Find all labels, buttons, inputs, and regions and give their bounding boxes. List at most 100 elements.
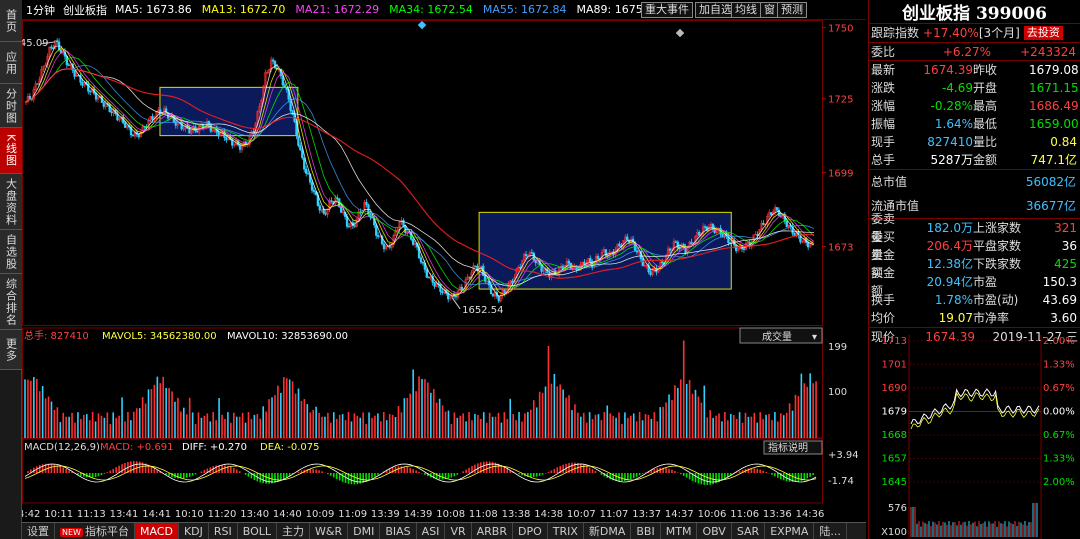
event-marker-0[interactable] [417, 20, 427, 30]
quote-row-4: 现手 827410 量比 0.84 [869, 133, 1080, 151]
indicator-tab-12[interactable]: ARBR [472, 523, 513, 539]
candle-body [484, 275, 487, 282]
indicator-tab-8[interactable]: DMI [348, 523, 381, 539]
candle-body [785, 221, 788, 228]
left-tab-6[interactable]: 综合排名 [0, 274, 22, 330]
time-label-5: 10:10 [175, 509, 204, 520]
indicator-tab-7[interactable]: W&R [310, 523, 349, 539]
top-button-1[interactable]: 加自选 [695, 2, 736, 18]
quote-cell-1-3: 1671.15 [1029, 81, 1079, 95]
candle-body [618, 243, 621, 247]
chart-area: 1750 1725 1699 1673 1745.09 1652.54 总手: 827410… [7, 20, 868, 522]
candle-body [793, 233, 796, 236]
left-tab-4[interactable]: 大盘资料 [0, 174, 22, 230]
price-axis-label-1: 1725 [828, 95, 853, 106]
volume-axis-label-0: 199 [828, 342, 847, 353]
breadth-row-5: 均价 19.07 市净率 3.60 [869, 309, 1080, 327]
mini-price-label-5: 1657 [882, 454, 907, 465]
indicator-tab-21[interactable]: 陆... [814, 523, 847, 539]
time-label-12: 14:39 [404, 509, 433, 520]
candle-body [305, 168, 308, 174]
indicator-tab-0[interactable]: 设置 [22, 523, 55, 539]
quote-cell-4-3: 0.84 [1050, 135, 1077, 149]
ma-list: MA5: 1673.86 MA13: 1672.70 MA21: 1672.29 MA… [115, 3, 670, 16]
top-button-2[interactable]: 均线 [731, 2, 761, 18]
indicator-toolbar: 设置 NEW 指标平台 MACD KDJ RSI BOLL 主力 W&R DMI BIAS ASI VR… [22, 522, 866, 539]
left-tab-0[interactable]: 首页 [0, 0, 22, 42]
time-label-17: 10:07 [567, 509, 596, 520]
candle-body [589, 258, 592, 263]
candle-body [238, 144, 242, 150]
candle-body [94, 93, 98, 100]
time-label-10: 11:09 [338, 509, 367, 520]
breadth-cell-1-2: 平盘家数 [973, 239, 1022, 253]
breadth-row-3: 买金额 20.94亿 市盈 150.3 [869, 266, 1080, 298]
candle-body [641, 258, 644, 267]
breadth-cell-1-3: 36 [1061, 239, 1077, 253]
indicator-tab-2[interactable]: MACD [134, 523, 179, 539]
indicator-tab-5[interactable]: BOLL [238, 523, 278, 539]
period-label[interactable]: 1分钟 [26, 2, 55, 18]
indicator-tab-18[interactable]: OBV [697, 523, 732, 539]
invest-button[interactable]: 去投资 [1023, 26, 1063, 40]
candle-body [217, 131, 220, 137]
left-tab-3[interactable]: K线图 [0, 128, 22, 174]
indicator-tab-13[interactable]: DPO [513, 523, 548, 539]
indicator-tab-15[interactable]: 新DMA [584, 523, 632, 539]
left-tab-2[interactable]: 分时图 [0, 84, 22, 128]
indicator-tab-1[interactable]: NEW 指标平台 [55, 523, 135, 539]
event-marker-1[interactable] [675, 28, 685, 38]
breadth-cell-4-0: 换手 [871, 293, 896, 307]
time-label-3: 13:41 [110, 509, 139, 520]
quote-cell-3-1: 1.64% [934, 117, 973, 131]
quote-cell-0-0: 最新 [871, 63, 896, 77]
candle-body [807, 242, 810, 248]
breadth-cell-5-1: 19.07 [938, 311, 973, 325]
candle-body [491, 293, 495, 297]
candle-body [596, 256, 600, 260]
candle-body [131, 134, 135, 137]
mini-price-label-4: 1668 [882, 430, 907, 441]
time-label-15: 13:38 [502, 509, 531, 520]
indicator-tab-11[interactable]: VR [445, 523, 472, 539]
indicator-tab-6[interactable]: 主力 [277, 523, 311, 539]
left-tab-1[interactable]: 应用 [0, 42, 22, 84]
indicator-tab-4[interactable]: RSI [209, 523, 238, 539]
dea-value-label: DEA: -0.075 [260, 442, 319, 453]
low-annotation: 1652.54 [462, 305, 503, 316]
indicator-tab-16[interactable]: BBI [631, 523, 661, 539]
left-tab-5[interactable]: 自选股 [0, 230, 22, 274]
price-axis-label-2: 1699 [828, 169, 853, 180]
weibi-pct: +6.27% [942, 44, 991, 59]
top-button-4[interactable]: 预测 [777, 2, 807, 18]
breadth-cell-0-1: 182.0万 [926, 221, 973, 235]
top-button-0[interactable]: 重大事件 [641, 2, 693, 18]
quote-panel: 创业板指 399006 跟踪指数 +17.40% [3个月] 去投资 委比 +6… [868, 0, 1080, 539]
indicator-tab-3[interactable]: KDJ [179, 523, 209, 539]
time-label-18: 11:07 [600, 509, 629, 520]
mini-pct-label-3: 0.00% [1043, 407, 1075, 418]
time-label-19: 13:37 [632, 509, 661, 520]
quote-cell-1-1: -4.69 [941, 81, 973, 95]
candle-body [297, 135, 300, 146]
quote-cell-2-1: -0.28% [930, 99, 973, 113]
track-period[interactable]: [3个月] [979, 24, 1020, 42]
candle-body [55, 40, 59, 42]
indicator-tab-19[interactable]: SAR [732, 523, 766, 539]
left-tab-7[interactable]: 更多 [0, 330, 22, 370]
indicator-tab-10[interactable]: ASI [417, 523, 446, 539]
candle-body [427, 277, 430, 279]
indicator-tab-14[interactable]: TRIX [548, 523, 584, 539]
indicator-tab-9[interactable]: BIAS [380, 523, 417, 539]
candle-body [425, 269, 428, 278]
quote-cell-4-2: 量比 [973, 135, 998, 149]
candle-body [540, 264, 543, 272]
candle-body [365, 201, 368, 206]
candle-body [433, 282, 436, 287]
time-label-6: 11:20 [208, 509, 237, 520]
candle-body [137, 133, 140, 138]
candle-body [299, 145, 302, 151]
indicator-tab-20[interactable]: EXPMA [765, 523, 815, 539]
intraday-mini-chart[interactable]: 1713 2.00% 1701 1.33% 1690 0.67% 1679 0.00% 1668… [869, 331, 1080, 539]
indicator-tab-17[interactable]: MTM [661, 523, 698, 539]
